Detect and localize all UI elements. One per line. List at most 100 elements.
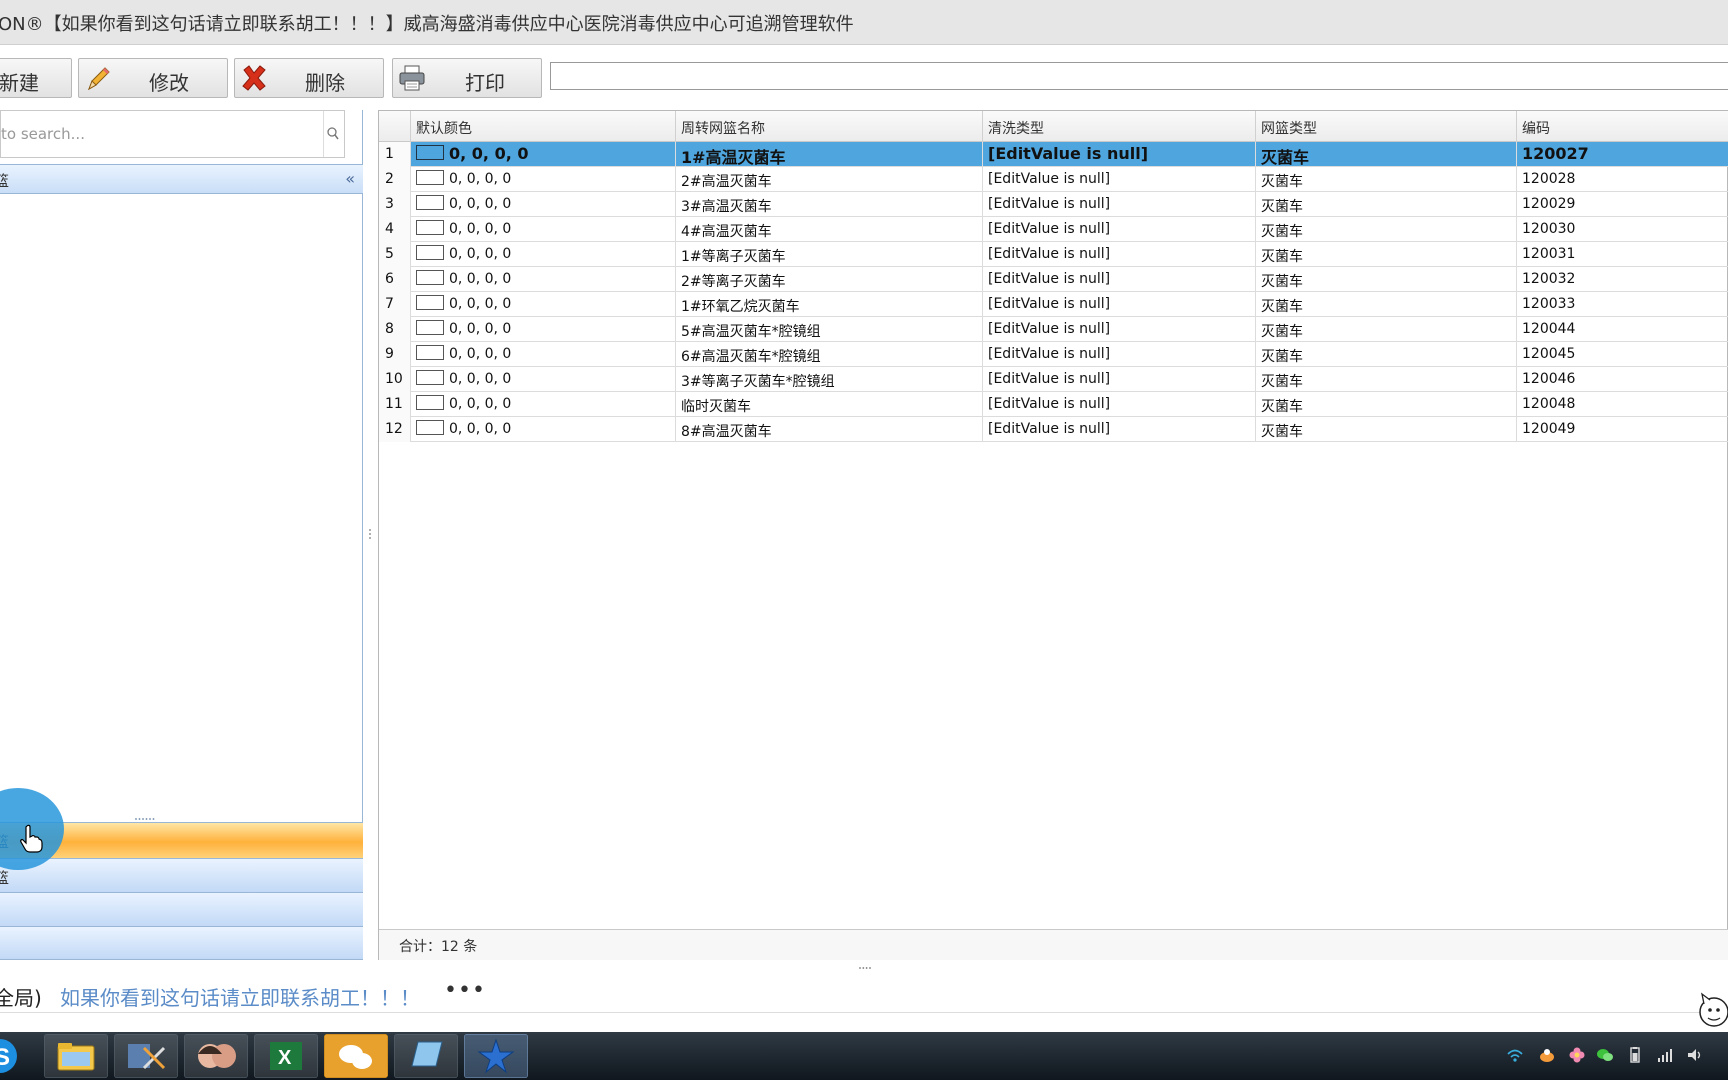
- cell-default-color[interactable]: 0, 0, 0, 0: [410, 217, 675, 242]
- table-row[interactable]: 1 0, 0, 0, 0 1#高温灭菌车 [EditValue is null] 灭菌车…: [379, 142, 1728, 167]
- table-row[interactable]: 2 0, 0, 0, 0 2#高温灭菌车 [EditValue is null] 灭菌车…: [379, 167, 1728, 192]
- photo-app-icon[interactable]: [184, 1034, 248, 1078]
- cell-basket-name[interactable]: 1#等离子灭菌车: [675, 242, 982, 267]
- delete-button[interactable]: 删除: [234, 58, 384, 98]
- table-row[interactable]: 9 0, 0, 0, 0 6#高温灭菌车*腔镜组 [EditValue is null…: [379, 342, 1728, 367]
- nav-bar[interactable]: 篮: [0, 858, 363, 892]
- cell-basket-type[interactable]: 灭菌车: [1255, 142, 1516, 167]
- tools-icon[interactable]: [114, 1034, 178, 1078]
- cell-wash-type[interactable]: [EditValue is null]: [982, 367, 1255, 392]
- table-row[interactable]: 3 0, 0, 0, 0 3#高温灭菌车 [EditValue is null] 灭菌车…: [379, 192, 1728, 217]
- more-options-button[interactable]: •••: [444, 978, 486, 1003]
- table-row[interactable]: 4 0, 0, 0, 0 4#高温灭菌车 [EditValue is null] 灭菌车…: [379, 217, 1728, 242]
- cell-basket-name[interactable]: 1#环氧乙烷灭菌车: [675, 292, 982, 317]
- table-row[interactable]: 12 0, 0, 0, 0 8#高温灭菌车 [EditValue is null] 灭菌…: [379, 417, 1728, 442]
- horizontal-splitter-grip-icon[interactable]: [858, 966, 872, 970]
- cell-code[interactable]: 120048: [1516, 392, 1728, 417]
- notepad-icon[interactable]: [394, 1034, 458, 1078]
- cell-basket-name[interactable]: 3#高温灭菌车: [675, 192, 982, 217]
- vertical-splitter-grip-icon[interactable]: [368, 528, 372, 542]
- cell-code[interactable]: 120044: [1516, 317, 1728, 342]
- cell-wash-type[interactable]: [EditValue is null]: [982, 392, 1255, 417]
- wechat-tray-icon[interactable]: [1596, 1046, 1614, 1064]
- cell-wash-type[interactable]: [EditValue is null]: [982, 217, 1255, 242]
- battery-icon[interactable]: [1626, 1046, 1644, 1064]
- table-row[interactable]: 5 0, 0, 0, 0 1#等离子灭菌车 [EditValue is null] 灭菌…: [379, 242, 1728, 267]
- cell-wash-type[interactable]: [EditValue is null]: [982, 192, 1255, 217]
- column-header-color[interactable]: 默认颜色: [410, 111, 675, 142]
- column-header-name[interactable]: 周转网篮名称: [675, 111, 982, 142]
- cell-basket-name[interactable]: 2#高温灭菌车: [675, 167, 982, 192]
- cell-code[interactable]: 120027: [1516, 142, 1728, 167]
- nav-group-header[interactable]: 篮 «: [0, 164, 363, 194]
- volume-icon[interactable]: [1686, 1046, 1704, 1064]
- cell-basket-type[interactable]: 灭菌车: [1255, 417, 1516, 442]
- cell-basket-type[interactable]: 灭菌车: [1255, 267, 1516, 292]
- table-row[interactable]: 11 0, 0, 0, 0 临时灭菌车 [EditValue is null] 灭菌车 1…: [379, 392, 1728, 417]
- cell-wash-type[interactable]: [EditValue is null]: [982, 342, 1255, 367]
- column-header-wash-type[interactable]: 清洗类型: [982, 111, 1255, 142]
- cell-code[interactable]: 120032: [1516, 267, 1728, 292]
- cell-code[interactable]: 120045: [1516, 342, 1728, 367]
- cell-basket-type[interactable]: 灭菌车: [1255, 292, 1516, 317]
- cell-basket-type[interactable]: 灭菌车: [1255, 167, 1516, 192]
- toolbar-text-input[interactable]: [550, 62, 1728, 90]
- new-button[interactable]: 新建: [0, 58, 72, 98]
- cell-basket-type[interactable]: 灭菌车: [1255, 192, 1516, 217]
- cell-default-color[interactable]: 0, 0, 0, 0: [410, 242, 675, 267]
- column-header-basket-type[interactable]: 网篮类型: [1255, 111, 1516, 142]
- search-box[interactable]: to search...: [0, 110, 345, 158]
- print-button[interactable]: 打印: [392, 58, 542, 98]
- cell-basket-name[interactable]: 8#高温灭菌车: [675, 417, 982, 442]
- cell-default-color[interactable]: 0, 0, 0, 0: [410, 167, 675, 192]
- table-row[interactable]: 6 0, 0, 0, 0 2#等离子灭菌车 [EditValue is null] 灭菌…: [379, 267, 1728, 292]
- cell-basket-name[interactable]: 4#高温灭菌车: [675, 217, 982, 242]
- cell-code[interactable]: 120031: [1516, 242, 1728, 267]
- status-message-link[interactable]: 如果你看到这句话请立即联系胡工！！！: [60, 982, 420, 1011]
- ime-icon[interactable]: [1538, 1046, 1556, 1064]
- star-app-icon[interactable]: [464, 1034, 528, 1078]
- cell-default-color[interactable]: 0, 0, 0, 0: [410, 392, 675, 417]
- cell-default-color[interactable]: 0, 0, 0, 0: [410, 417, 675, 442]
- cell-basket-name[interactable]: 1#高温灭菌车: [675, 142, 982, 167]
- cell-basket-type[interactable]: 灭菌车: [1255, 367, 1516, 392]
- table-row[interactable]: 7 0, 0, 0, 0 1#环氧乙烷灭菌车 [EditValue is null] 灭…: [379, 292, 1728, 317]
- cell-basket-type[interactable]: 灭菌车: [1255, 217, 1516, 242]
- cell-code[interactable]: 120046: [1516, 367, 1728, 392]
- wechat-icon[interactable]: [324, 1034, 388, 1078]
- cell-basket-name[interactable]: 临时灭菌车: [675, 392, 982, 417]
- cell-wash-type[interactable]: [EditValue is null]: [982, 167, 1255, 192]
- cell-basket-name[interactable]: 3#等离子灭菌车*腔镜组: [675, 367, 982, 392]
- flower-icon[interactable]: [1568, 1046, 1586, 1064]
- cell-basket-name[interactable]: 5#高温灭菌车*腔镜组: [675, 317, 982, 342]
- cell-default-color[interactable]: 0, 0, 0, 0: [410, 317, 675, 342]
- cell-default-color[interactable]: 0, 0, 0, 0: [410, 292, 675, 317]
- signal-icon[interactable]: [1656, 1046, 1674, 1064]
- cell-basket-type[interactable]: 灭菌车: [1255, 317, 1516, 342]
- cell-basket-type[interactable]: 灭菌车: [1255, 342, 1516, 367]
- cell-code[interactable]: 120028: [1516, 167, 1728, 192]
- nav-bar[interactable]: [0, 892, 363, 926]
- cell-basket-type[interactable]: 灭菌车: [1255, 242, 1516, 267]
- cell-code[interactable]: 120049: [1516, 417, 1728, 442]
- file-explorer-icon[interactable]: [44, 1034, 108, 1078]
- table-row[interactable]: 8 0, 0, 0, 0 5#高温灭菌车*腔镜组 [EditValue is null…: [379, 317, 1728, 342]
- wifi-icon[interactable]: [1506, 1046, 1524, 1064]
- cell-wash-type[interactable]: [EditValue is null]: [982, 242, 1255, 267]
- cell-wash-type[interactable]: [EditValue is null]: [982, 142, 1255, 167]
- cell-wash-type[interactable]: [EditValue is null]: [982, 292, 1255, 317]
- cell-basket-type[interactable]: 灭菌车: [1255, 392, 1516, 417]
- cell-default-color[interactable]: 0, 0, 0, 0: [410, 342, 675, 367]
- cell-default-color[interactable]: 0, 0, 0, 0: [410, 142, 675, 167]
- cell-code[interactable]: 120033: [1516, 292, 1728, 317]
- cell-basket-name[interactable]: 6#高温灭菌车*腔镜组: [675, 342, 982, 367]
- collapse-chevron-icon[interactable]: «: [345, 169, 355, 188]
- excel-icon[interactable]: X: [254, 1034, 318, 1078]
- cell-wash-type[interactable]: [EditValue is null]: [982, 317, 1255, 342]
- sogou-input-icon[interactable]: S: [0, 1034, 30, 1078]
- table-row[interactable]: 10 0, 0, 0, 0 3#等离子灭菌车*腔镜组 [EditValue is nu…: [379, 367, 1728, 392]
- column-header-code[interactable]: 编码: [1516, 111, 1728, 142]
- cell-default-color[interactable]: 0, 0, 0, 0: [410, 267, 675, 292]
- cell-wash-type[interactable]: [EditValue is null]: [982, 267, 1255, 292]
- nav-bar[interactable]: [0, 926, 363, 960]
